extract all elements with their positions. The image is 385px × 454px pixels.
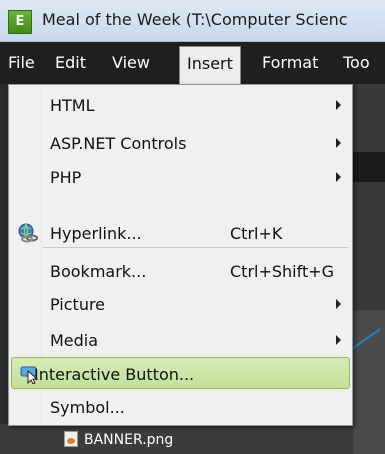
submenu-arrow-icon — [336, 172, 341, 182]
submenu-arrow-icon — [336, 138, 341, 148]
png-file-icon — [64, 431, 78, 447]
submenu-arrow-icon — [336, 335, 341, 345]
menu-item-label: Symbol... — [50, 398, 125, 417]
side-panel — [353, 310, 385, 454]
menu-item-bookmark[interactable]: Bookmark... Ctrl+Shift+G — [11, 255, 350, 287]
title-bar: E Meal of the Week (T:\Computer Scienc — [0, 0, 385, 42]
menu-file[interactable]: File — [8, 42, 35, 84]
expression-web-icon: E — [8, 10, 32, 34]
menu-insert[interactable]: Insert — [179, 46, 241, 84]
menu-item-label: ASP.NET Controls — [50, 134, 187, 153]
window-title: Meal of the Week (T:\Computer Scienc — [42, 10, 348, 29]
menu-item-label: Picture — [50, 295, 106, 314]
hyperlink-globe-icon — [18, 223, 38, 243]
menu-bar: File Edit View Insert Format Too — [0, 42, 385, 84]
file-name-banner[interactable]: BANNER.png — [84, 432, 173, 448]
menu-item-interactive-button[interactable]: Interactive Button... — [11, 357, 350, 389]
menu-item-label: Hyperlink... — [50, 224, 142, 243]
menu-edit[interactable]: Edit — [55, 42, 86, 84]
menu-item-label: Bookmark... — [50, 262, 147, 281]
submenu-arrow-icon — [336, 100, 341, 110]
menu-item-aspnet-controls[interactable]: ASP.NET Controls — [11, 127, 350, 159]
submenu-arrow-icon — [336, 299, 341, 309]
menu-item-label: PHP — [50, 168, 82, 187]
menu-item-shortcut: Ctrl+K — [230, 224, 283, 243]
menu-item-symbol[interactable]: Symbol... — [11, 391, 350, 423]
menu-item-picture[interactable]: Picture — [11, 288, 350, 320]
menu-item-label: Interactive Button... — [34, 365, 195, 384]
menu-item-label: HTML — [50, 96, 95, 115]
menu-format[interactable]: Format — [262, 42, 318, 84]
menu-item-media[interactable]: Media — [11, 324, 350, 356]
menu-tools[interactable]: Too — [343, 42, 370, 84]
menu-item-hyperlink[interactable]: Hyperlink... Ctrl+K — [11, 217, 350, 249]
menu-item-html[interactable]: HTML — [11, 89, 350, 121]
menu-item-shortcut: Ctrl+Shift+G — [230, 262, 335, 281]
menu-view[interactable]: View — [112, 42, 150, 84]
editor-tab-strip — [353, 152, 385, 182]
menu-item-label: Media — [50, 331, 99, 350]
insert-menu-dropdown: HTML ASP.NET Controls PHP Hyperlink... C… — [8, 84, 353, 426]
folder-list-row — [0, 424, 353, 454]
menu-item-php[interactable]: PHP — [11, 161, 350, 193]
